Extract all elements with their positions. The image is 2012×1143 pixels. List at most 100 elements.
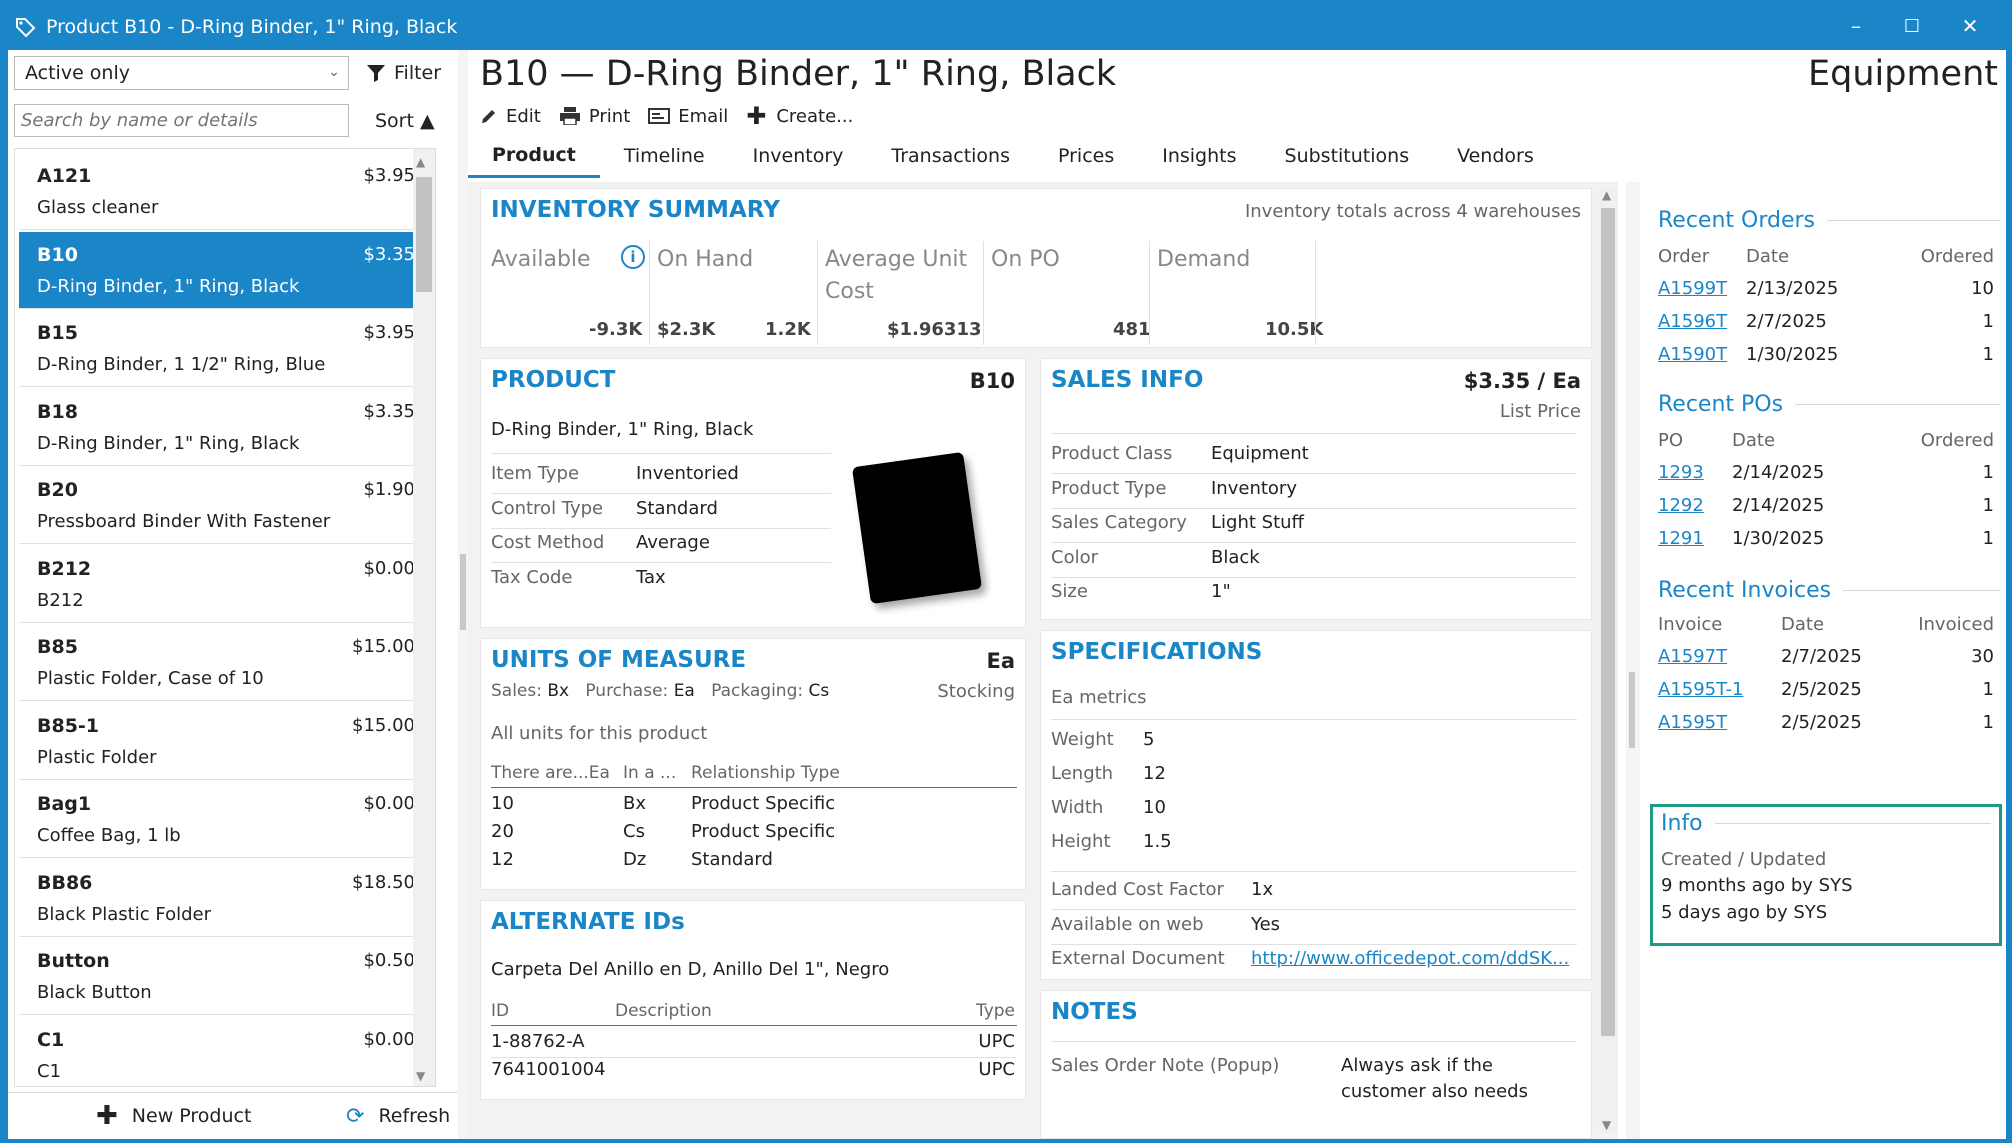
content-scrollbar[interactable]: ▲ ▼: [1598, 188, 1618, 1133]
po-link[interactable]: 1291: [1658, 528, 1704, 549]
item-code: B85: [37, 636, 78, 658]
specs-metrics: Ea metrics: [1051, 687, 1147, 708]
pane-splitter[interactable]: [458, 50, 468, 1139]
right-panel-splitter[interactable]: [1626, 182, 1640, 1139]
external-document-link[interactable]: http://www.officedepot.com/ddSK...: [1251, 948, 1569, 969]
altid-id: 1-88762-A: [491, 1031, 585, 1052]
list-price-label: List Price: [1499, 401, 1581, 422]
list-item[interactable]: B212 $0.00 B212: [19, 545, 435, 623]
item-desc: Black Button: [37, 982, 152, 1003]
email-icon: [648, 108, 671, 124]
search-input[interactable]: [14, 104, 349, 137]
invoice-link[interactable]: A1595T-1: [1658, 679, 1743, 700]
available-value: -9.3K: [589, 319, 643, 340]
invoice-link[interactable]: A1595T: [1658, 712, 1727, 733]
divider: [1051, 1041, 1577, 1042]
scroll-down-icon[interactable]: ▼: [1602, 1118, 1611, 1132]
invoice-link[interactable]: A1597T: [1658, 646, 1727, 667]
list-item[interactable]: A121 $3.95 Glass cleaner: [19, 153, 435, 230]
chevron-down-icon: ⌄: [328, 64, 340, 80]
tab-timeline[interactable]: Timeline: [600, 134, 729, 178]
list-item[interactable]: B18 $3.35 D-Ring Binder, 1" Ring, Black: [19, 388, 435, 466]
inventory-summary-title: INVENTORY SUMMARY: [491, 197, 780, 223]
splitter-grip[interactable]: [460, 554, 466, 630]
uom-unit: Bx: [623, 793, 647, 814]
scroll-up-icon[interactable]: ▲: [1602, 188, 1611, 202]
tab-inventory[interactable]: Inventory: [729, 134, 868, 178]
scroll-up-icon[interactable]: ▲: [416, 155, 425, 169]
po-link[interactable]: 1293: [1658, 462, 1704, 483]
recent-pos-qty: 1: [1982, 528, 1994, 549]
list-item[interactable]: Bag1 $0.00 Coffee Bag, 1 lb: [19, 781, 435, 858]
tab-vendors[interactable]: Vendors: [1433, 134, 1558, 178]
list-footer: ✚ New Product ⟳ Refresh: [8, 1092, 458, 1139]
scroll-down-icon[interactable]: ▼: [416, 1069, 425, 1083]
uom-qty: 10: [491, 793, 514, 814]
item-desc: Black Plastic Folder: [37, 903, 211, 925]
recent-pos-header: Ordered: [1920, 430, 1994, 451]
email-button[interactable]: Email: [648, 106, 728, 127]
close-button[interactable]: ✕: [1942, 2, 1998, 50]
tab-product[interactable]: Product: [468, 134, 600, 178]
product-list[interactable]: A121 $3.95 Glass cleaner B10 $3.35 D-Ring Bin…: [14, 148, 436, 1087]
item-price: $1.90: [363, 479, 415, 500]
list-item[interactable]: BB86 $18.50 Black Plastic Folder: [19, 859, 435, 937]
tab-insights[interactable]: Insights: [1138, 134, 1260, 178]
item-price: $15.00: [352, 636, 415, 657]
list-item[interactable]: B85 $15.00 Plastic Folder, Case of 10: [19, 624, 435, 701]
list-item[interactable]: B15 $3.95 D-Ring Binder, 1 1/2" Ring, Blue: [19, 310, 435, 387]
title-bar[interactable]: Product B10 - D-Ring Binder, 1" Ring, Bl…: [2, 2, 2012, 52]
spec-value: 10: [1143, 797, 1166, 818]
tab-transactions[interactable]: Transactions: [867, 134, 1034, 178]
info-icon[interactable]: i: [621, 245, 645, 269]
refresh-button[interactable]: ⟳ Refresh: [346, 1104, 450, 1129]
minimize-button[interactable]: –: [1828, 2, 1884, 50]
spec-value: 1.5: [1143, 831, 1172, 852]
uom-header-in: In a ...: [623, 763, 677, 783]
sales-field-value: Inventory: [1211, 477, 1297, 499]
recent-orders-header: Order: [1658, 246, 1710, 267]
info-label: Created / Updated: [1661, 849, 1827, 870]
avgcost-value: $1.96313: [887, 319, 982, 340]
onhand-value: $2.3K: [657, 319, 716, 340]
uom-packaging-label: Packaging:: [711, 681, 804, 701]
divider: [1051, 909, 1577, 910]
new-product-button[interactable]: ✚ New Product: [96, 1101, 251, 1131]
edit-button[interactable]: Edit: [480, 106, 541, 127]
notes-label: Sales Order Note (Popup): [1051, 1055, 1280, 1076]
list-item[interactable]: B85-1 $15.00 Plastic Folder: [19, 702, 435, 780]
order-link[interactable]: A1599T: [1658, 278, 1727, 299]
sort-button[interactable]: Sort ▲: [375, 104, 435, 137]
list-item[interactable]: B20 $1.90 Pressboard Binder With Fastener: [19, 467, 435, 544]
status-filter-select[interactable]: Active only ⌄: [14, 56, 349, 90]
order-link[interactable]: A1590T: [1658, 344, 1727, 365]
scrollbar-thumb[interactable]: [416, 177, 432, 292]
uom-sales-label: Sales:: [491, 681, 542, 701]
maximize-button[interactable]: ☐: [1884, 2, 1940, 50]
new-product-label: New Product: [131, 1105, 252, 1127]
divider: [983, 241, 984, 345]
order-link[interactable]: A1596T: [1658, 311, 1727, 332]
create-button[interactable]: ✚ Create...: [746, 102, 853, 130]
tag-icon: [16, 18, 36, 38]
item-code: Bag1: [37, 793, 92, 815]
item-desc: Pressboard Binder With Fastener: [37, 511, 331, 532]
list-item[interactable]: Button $0.50 Black Button: [19, 938, 435, 1015]
list-item[interactable]: C1 $0.00 C1: [19, 1016, 435, 1086]
list-scrollbar[interactable]: ▲ ▼: [413, 149, 435, 1086]
spec-value: 5: [1143, 729, 1155, 750]
divider: [491, 1025, 1017, 1026]
list-item[interactable]: B10 $3.35 D-Ring Binder, 1" Ring, Black: [19, 231, 435, 309]
tab-substitutions[interactable]: Substitutions: [1261, 134, 1434, 178]
divider: [1051, 433, 1577, 434]
splitter-grip[interactable]: [1629, 672, 1635, 748]
print-button[interactable]: Print: [559, 106, 630, 127]
scrollbar-thumb[interactable]: [1601, 208, 1615, 1036]
filter-button[interactable]: Filter: [366, 56, 441, 90]
tab-prices[interactable]: Prices: [1034, 134, 1138, 178]
recent-orders-date: 2/7/2025: [1746, 311, 1827, 332]
recent-orders-section: Recent Orders: [1658, 208, 2000, 233]
sales-field-value: Black: [1211, 546, 1260, 568]
client-area: Active only ⌄ Filter Sort ▲ A121 $3.95 Gla…: [8, 50, 2006, 1139]
po-link[interactable]: 1292: [1658, 495, 1704, 516]
